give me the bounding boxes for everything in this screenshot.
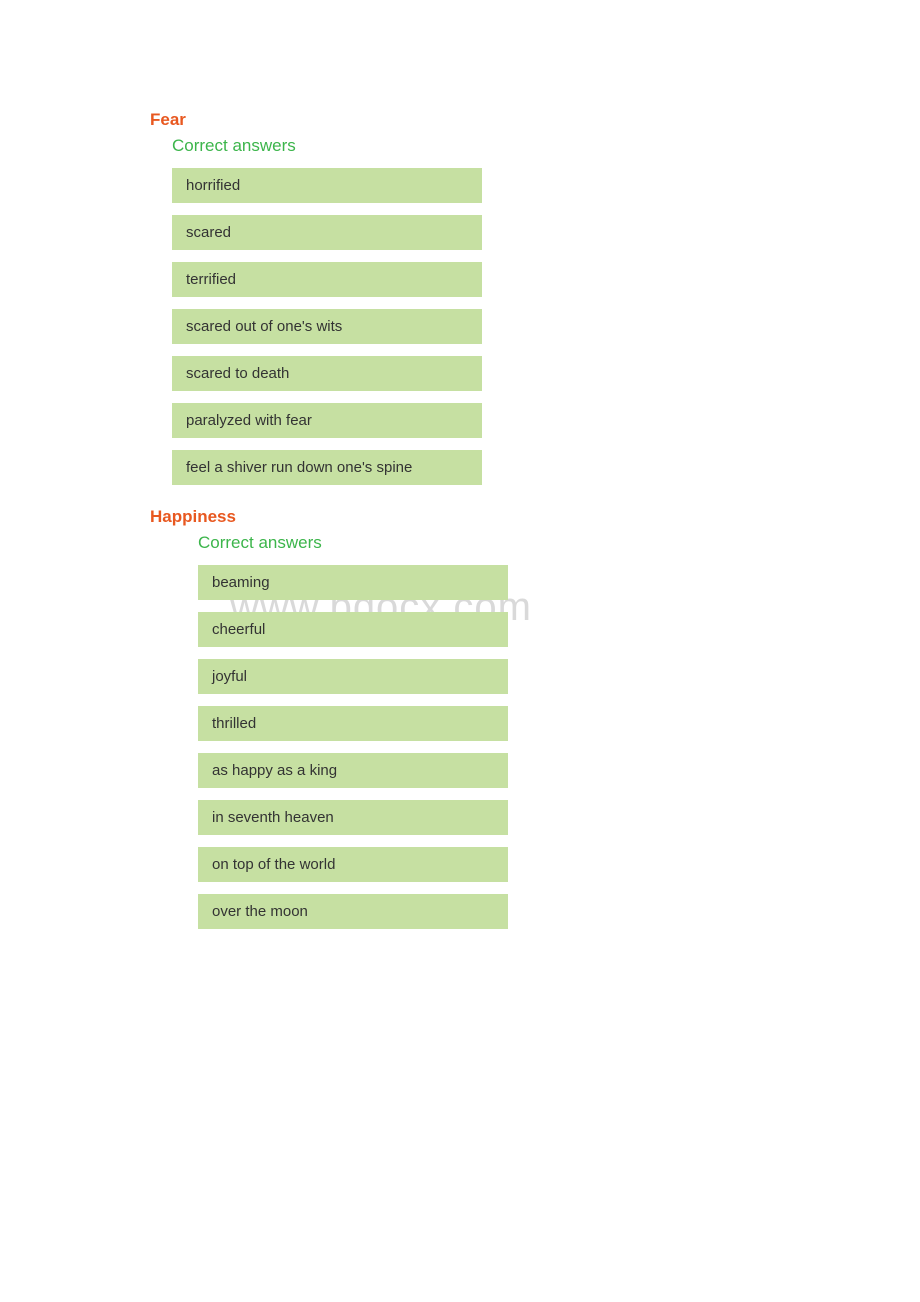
answer-item: thrilled [198,706,508,741]
answer-item: scared to death [172,356,482,391]
subhead-fear: Correct answers [172,136,920,156]
answer-item: scared [172,215,482,250]
answer-item: terrified [172,262,482,297]
answer-item: in seventh heaven [198,800,508,835]
answer-item: beaming [198,565,508,600]
answer-item: over the moon [198,894,508,929]
answer-item: feel a shiver run down one's spine [172,450,482,485]
answer-item: on top of the world [198,847,508,882]
section-fear: Fear Correct answers horrified scared te… [150,110,920,485]
section-happiness: Happiness Correct answers beaming cheerf… [150,507,920,929]
answer-item: horrified [172,168,482,203]
answer-item: as happy as a king [198,753,508,788]
answer-list-happiness: beaming cheerful joyful thrilled as happ… [198,565,920,929]
subhead-happiness: Correct answers [198,533,920,553]
answer-item: paralyzed with fear [172,403,482,438]
answer-item: cheerful [198,612,508,647]
answer-item: scared out of one's wits [172,309,482,344]
section-title-happiness: Happiness [150,507,920,527]
answer-item: joyful [198,659,508,694]
answer-list-fear: horrified scared terrified scared out of… [172,168,920,485]
section-title-fear: Fear [150,110,920,130]
